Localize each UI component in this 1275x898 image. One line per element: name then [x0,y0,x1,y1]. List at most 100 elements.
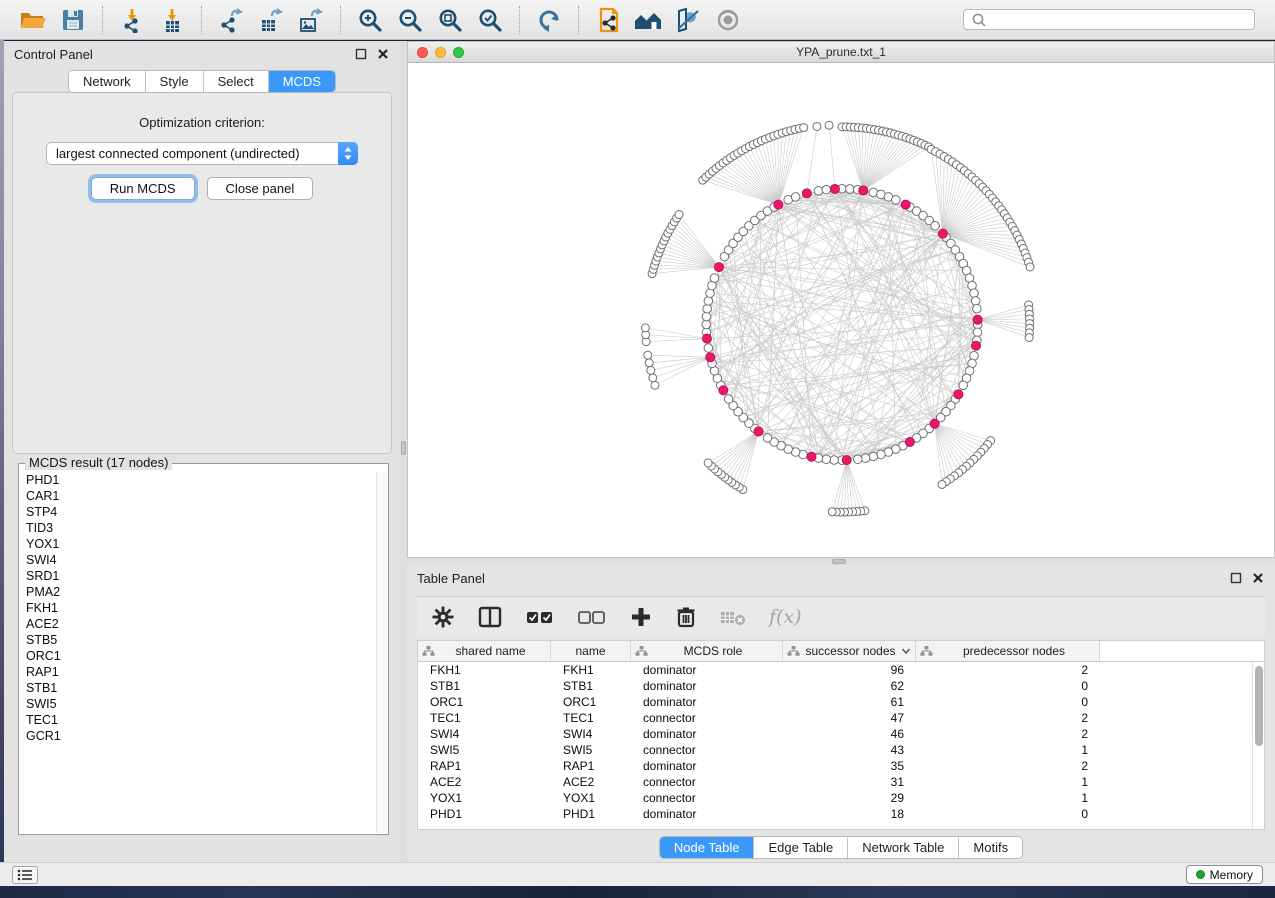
mcds-result-item[interactable]: ORC1 [20,648,376,664]
table-row[interactable]: SWI4SWI4dominator462 [418,726,1252,742]
mcds-result-item[interactable]: PMA2 [20,584,376,600]
table-panel-title: Table Panel [417,571,485,586]
table-row[interactable]: FKH1FKH1dominator962 [418,662,1252,678]
table-row[interactable]: TEC1TEC1connector472 [418,710,1252,726]
minimize-window-icon[interactable] [435,47,446,58]
open-file-button[interactable] [18,5,48,35]
search-input[interactable] [988,13,1248,27]
mcds-result-item[interactable]: ACE2 [20,616,376,632]
mcds-result-item[interactable]: GCR1 [20,728,376,744]
tab-node-table[interactable]: Node Table [660,837,755,858]
close-panel-button[interactable]: Close panel [207,177,314,200]
close-panel-icon[interactable] [1251,571,1265,585]
splitter-handle[interactable] [401,441,406,455]
table-scrollbar[interactable] [1252,662,1264,829]
table-cell: 61 [783,694,916,710]
table-cell [1100,662,1252,678]
network-canvas[interactable] [408,63,1274,557]
zoom-out-button[interactable] [395,5,425,35]
toolbar-separator [519,6,520,34]
export-image-button[interactable] [296,5,326,35]
tab-motifs[interactable]: Motifs [959,837,1022,858]
control-panel-title: Control Panel [14,47,93,62]
column-header-successor-nodes[interactable]: successor nodes [783,641,916,662]
new-network-from-selection-button[interactable] [593,5,623,35]
float-window-icon[interactable] [1229,571,1243,585]
show-all-button[interactable] [713,5,743,35]
zoom-in-button[interactable] [355,5,385,35]
table-cell: TEC1 [551,710,631,726]
network-window-titlebar[interactable]: YPA_prune.txt_1 [408,42,1274,63]
memory-button[interactable]: Memory [1186,865,1263,884]
table-row[interactable]: STB1STB1dominator620 [418,678,1252,694]
table-row[interactable]: PHD1PHD1dominator180 [418,806,1252,822]
import-table-button[interactable] [157,5,187,35]
delete-columns-button[interactable] [675,605,697,629]
tab-select[interactable]: Select [204,71,269,92]
dropdown-stepper-icon [338,142,358,165]
table-cell [1100,710,1252,726]
table-row[interactable]: YOX1YOX1connector291 [418,790,1252,806]
save-session-button[interactable] [58,5,88,35]
mcds-result-item[interactable]: STP4 [20,504,376,520]
select-all-button[interactable] [525,605,555,629]
zoom-selected-button[interactable] [475,5,505,35]
sort-indicator-icon[interactable] [901,647,911,655]
mcds-result-item[interactable]: YOX1 [20,536,376,552]
vertical-splitter[interactable] [400,41,407,862]
mcds-result-item[interactable]: TEC1 [20,712,376,728]
deselect-all-button[interactable] [577,605,607,629]
mcds-result-item[interactable]: SWI5 [20,696,376,712]
table-row[interactable]: ACE2ACE2connector311 [418,774,1252,790]
column-header-name[interactable]: name [551,641,631,662]
mcds-result-item[interactable]: TID3 [20,520,376,536]
search-box[interactable] [963,9,1255,30]
toggle-columns-button[interactable] [477,605,503,629]
table-settings-button[interactable] [431,605,455,629]
column-header-MCDS-role[interactable]: MCDS role [631,641,783,662]
mcds-result-item[interactable]: SRD1 [20,568,376,584]
run-mcds-button[interactable]: Run MCDS [91,177,195,200]
close-panel-icon[interactable] [376,47,390,61]
table-cell: 31 [783,774,916,790]
mcds-result-item[interactable]: STB5 [20,632,376,648]
mcds-result-item[interactable]: RAP1 [20,664,376,680]
criterion-dropdown[interactable]: largest connected component (undirected) [46,142,358,165]
table-row[interactable]: ORC1ORC1dominator610 [418,694,1252,710]
export-table-button[interactable] [256,5,286,35]
network-graph[interactable] [408,63,1274,557]
tab-network[interactable]: Network [69,71,146,92]
splitter-handle[interactable] [832,559,846,564]
mcds-result-item[interactable]: PHD1 [20,472,376,488]
task-history-button[interactable] [12,866,38,884]
tab-network-table[interactable]: Network Table [848,837,959,858]
tab-mcds[interactable]: MCDS [269,71,335,92]
tab-edge-table[interactable]: Edge Table [754,837,848,858]
float-window-icon[interactable] [354,47,368,61]
export-network-button[interactable] [216,5,246,35]
table-cell: RAP1 [551,758,631,774]
mcds-result-item[interactable]: FKH1 [20,600,376,616]
mcds-result-item[interactable]: STB1 [20,680,376,696]
hide-selected-button[interactable] [673,5,703,35]
horizontal-splitter[interactable] [407,558,1275,565]
add-column-button[interactable] [629,605,653,629]
column-header-predecessor-nodes[interactable]: predecessor nodes [916,641,1100,662]
mcds-result-list[interactable]: PHD1CAR1STP4TID3YOX1SWI4SRD1PMA2FKH1ACE2… [20,472,376,833]
table-scrollbar-thumb[interactable] [1255,666,1263,746]
zoom-fit-button[interactable] [435,5,465,35]
table-row[interactable]: RAP1RAP1dominator352 [418,758,1252,774]
mcds-result-scrollbar[interactable] [376,472,387,833]
tab-style[interactable]: Style [146,71,204,92]
column-header-shared-name[interactable]: shared name [418,641,551,662]
mcds-result-item[interactable]: SWI4 [20,552,376,568]
node-table-body[interactable]: FKH1FKH1dominator962STB1STB1dominator620… [418,662,1252,829]
maximize-window-icon[interactable] [453,47,464,58]
import-network-button[interactable] [117,5,147,35]
mcds-result-item[interactable]: CAR1 [20,488,376,504]
close-window-icon[interactable] [417,47,428,58]
table-row[interactable]: SWI5SWI5connector431 [418,742,1252,758]
first-neighbors-button[interactable] [633,5,663,35]
mcds-panel: Optimization criterion: largest connecte… [12,92,392,454]
refresh-button[interactable] [534,5,564,35]
